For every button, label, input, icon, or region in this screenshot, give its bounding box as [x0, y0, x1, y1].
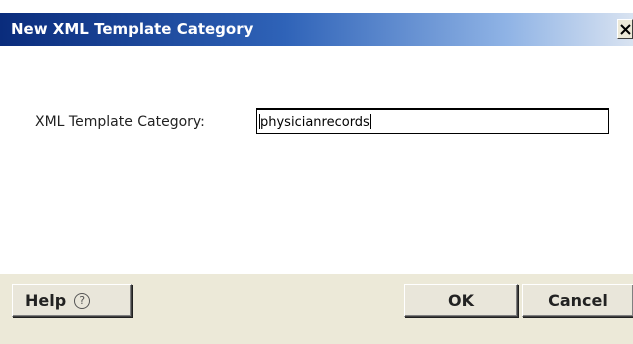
help-button[interactable]: Help ? — [12, 284, 132, 317]
selection-end-caret — [369, 114, 371, 129]
help-circle-icon: ? — [74, 292, 91, 309]
ok-button-label: OK — [448, 291, 474, 310]
xml-template-category-value: physicianrecords — [260, 115, 370, 130]
cancel-button[interactable]: Cancel — [522, 284, 633, 317]
help-button-label: Help — [25, 291, 67, 310]
ok-button[interactable]: OK — [404, 284, 518, 317]
title-bar[interactable]: New XML Template Category — [0, 13, 633, 46]
dialog-title: New XML Template Category — [11, 20, 254, 38]
new-xml-template-category-dialog: New XML Template Category XML Template C… — [0, 0, 633, 344]
dialog-body: XML Template Category: physicianrecords — [0, 46, 633, 272]
xml-template-category-label: XML Template Category: — [35, 114, 205, 130]
dialog-footer: Help ? OK Cancel — [0, 274, 633, 344]
close-icon — [620, 24, 631, 35]
cancel-button-label: Cancel — [548, 291, 608, 310]
footer-separator — [0, 272, 633, 273]
xml-template-category-input[interactable]: physicianrecords — [256, 108, 609, 134]
close-button[interactable] — [617, 19, 633, 39]
